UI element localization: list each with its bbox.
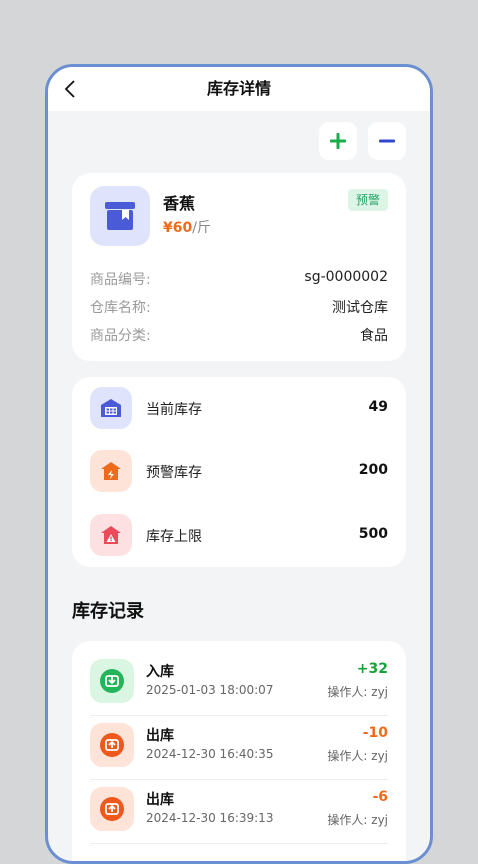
back-button[interactable] — [58, 77, 82, 101]
stock-row-limit: 库存上限 500 — [90, 514, 388, 558]
field-label: 仓库名称: — [90, 300, 151, 316]
add-stock-button[interactable] — [319, 122, 357, 160]
product-name: 香蕉 — [163, 194, 196, 213]
stock-value: 500 — [358, 526, 388, 542]
record-quantity: -6 — [372, 789, 388, 805]
remove-stock-button[interactable] — [368, 122, 406, 160]
record-type: 出库 — [146, 792, 174, 808]
nav-bar: 库存详情 — [48, 67, 430, 111]
field-warehouse-name: 仓库名称: 测试仓库 — [90, 297, 388, 317]
field-value: sg-0000002 — [304, 269, 388, 285]
record-item[interactable]: 出库 2024-12-30 16:39:13 -6 操作人: zyj — [90, 785, 388, 837]
chevron-left-icon — [64, 80, 75, 98]
records-section-title: 库存记录 — [72, 601, 144, 622]
page-title: 库存详情 — [206, 79, 271, 98]
record-operator: 操作人: zyj — [327, 813, 388, 827]
records-card: 入库 2025-01-03 18:00:07 +32 操作人: zyj 出库 2… — [72, 641, 406, 861]
currency-symbol: ¥ — [163, 220, 173, 236]
record-time: 2024-12-30 16:39:13 — [146, 811, 274, 825]
divider — [90, 843, 388, 844]
outbound-icon — [90, 787, 134, 831]
stock-row-warning: 预警库存 200 — [90, 450, 388, 494]
product-card: 香蕉 ¥60/斤 预警 商品编号: sg-0000002 仓库名称: 测试仓库 … — [72, 173, 406, 361]
stock-row-current: 当前库存 49 — [90, 387, 388, 431]
inbound-icon — [90, 659, 134, 703]
stock-summary-card: 当前库存 49 预警库存 200 库存上限 500 — [72, 377, 406, 567]
record-quantity: +32 — [356, 661, 388, 677]
record-time: 2024-12-30 16:40:35 — [146, 747, 274, 761]
record-quantity: -10 — [362, 725, 388, 741]
warning-badge: 预警 — [347, 189, 388, 211]
record-operator: 操作人: zyj — [327, 685, 388, 699]
divider — [90, 779, 388, 780]
stock-value: 200 — [358, 462, 388, 478]
divider — [90, 715, 388, 716]
product-icon — [90, 186, 150, 246]
product-price: ¥60/斤 — [163, 217, 211, 237]
minus-icon — [379, 139, 395, 143]
phone-frame: 库存详情 香蕉 ¥60/斤 预警 商品编号: sg-0000002 仓库名称: … — [45, 64, 433, 864]
warehouse-icon — [90, 387, 132, 429]
warning-house-icon — [90, 450, 132, 492]
limit-house-icon — [90, 514, 132, 556]
record-type: 入库 — [146, 664, 174, 680]
field-product-code: 商品编号: sg-0000002 — [90, 269, 388, 289]
price-value: 60 — [172, 220, 193, 236]
record-item[interactable]: 出库 2024-12-30 16:40:35 -10 操作人: zyj — [90, 721, 388, 773]
field-category: 商品分类: 食品 — [90, 325, 388, 345]
outbound-icon — [90, 723, 134, 767]
record-operator: 操作人: zyj — [327, 749, 388, 763]
field-value: 食品 — [360, 328, 388, 344]
field-label: 商品分类: — [90, 328, 151, 344]
stock-label: 库存上限 — [146, 529, 202, 545]
record-item[interactable]: 入库 2025-01-03 18:00:07 +32 操作人: zyj — [90, 657, 388, 709]
stock-value: 49 — [368, 399, 388, 415]
field-value: 测试仓库 — [332, 300, 388, 316]
record-time: 2025-01-03 18:00:07 — [146, 683, 274, 697]
stock-label: 当前库存 — [146, 402, 202, 418]
record-type: 出库 — [146, 728, 174, 744]
price-unit: /斤 — [192, 220, 211, 236]
stock-label: 预警库存 — [146, 465, 202, 481]
plus-icon — [330, 133, 346, 149]
box-icon — [105, 202, 135, 230]
field-label: 商品编号: — [90, 272, 151, 288]
